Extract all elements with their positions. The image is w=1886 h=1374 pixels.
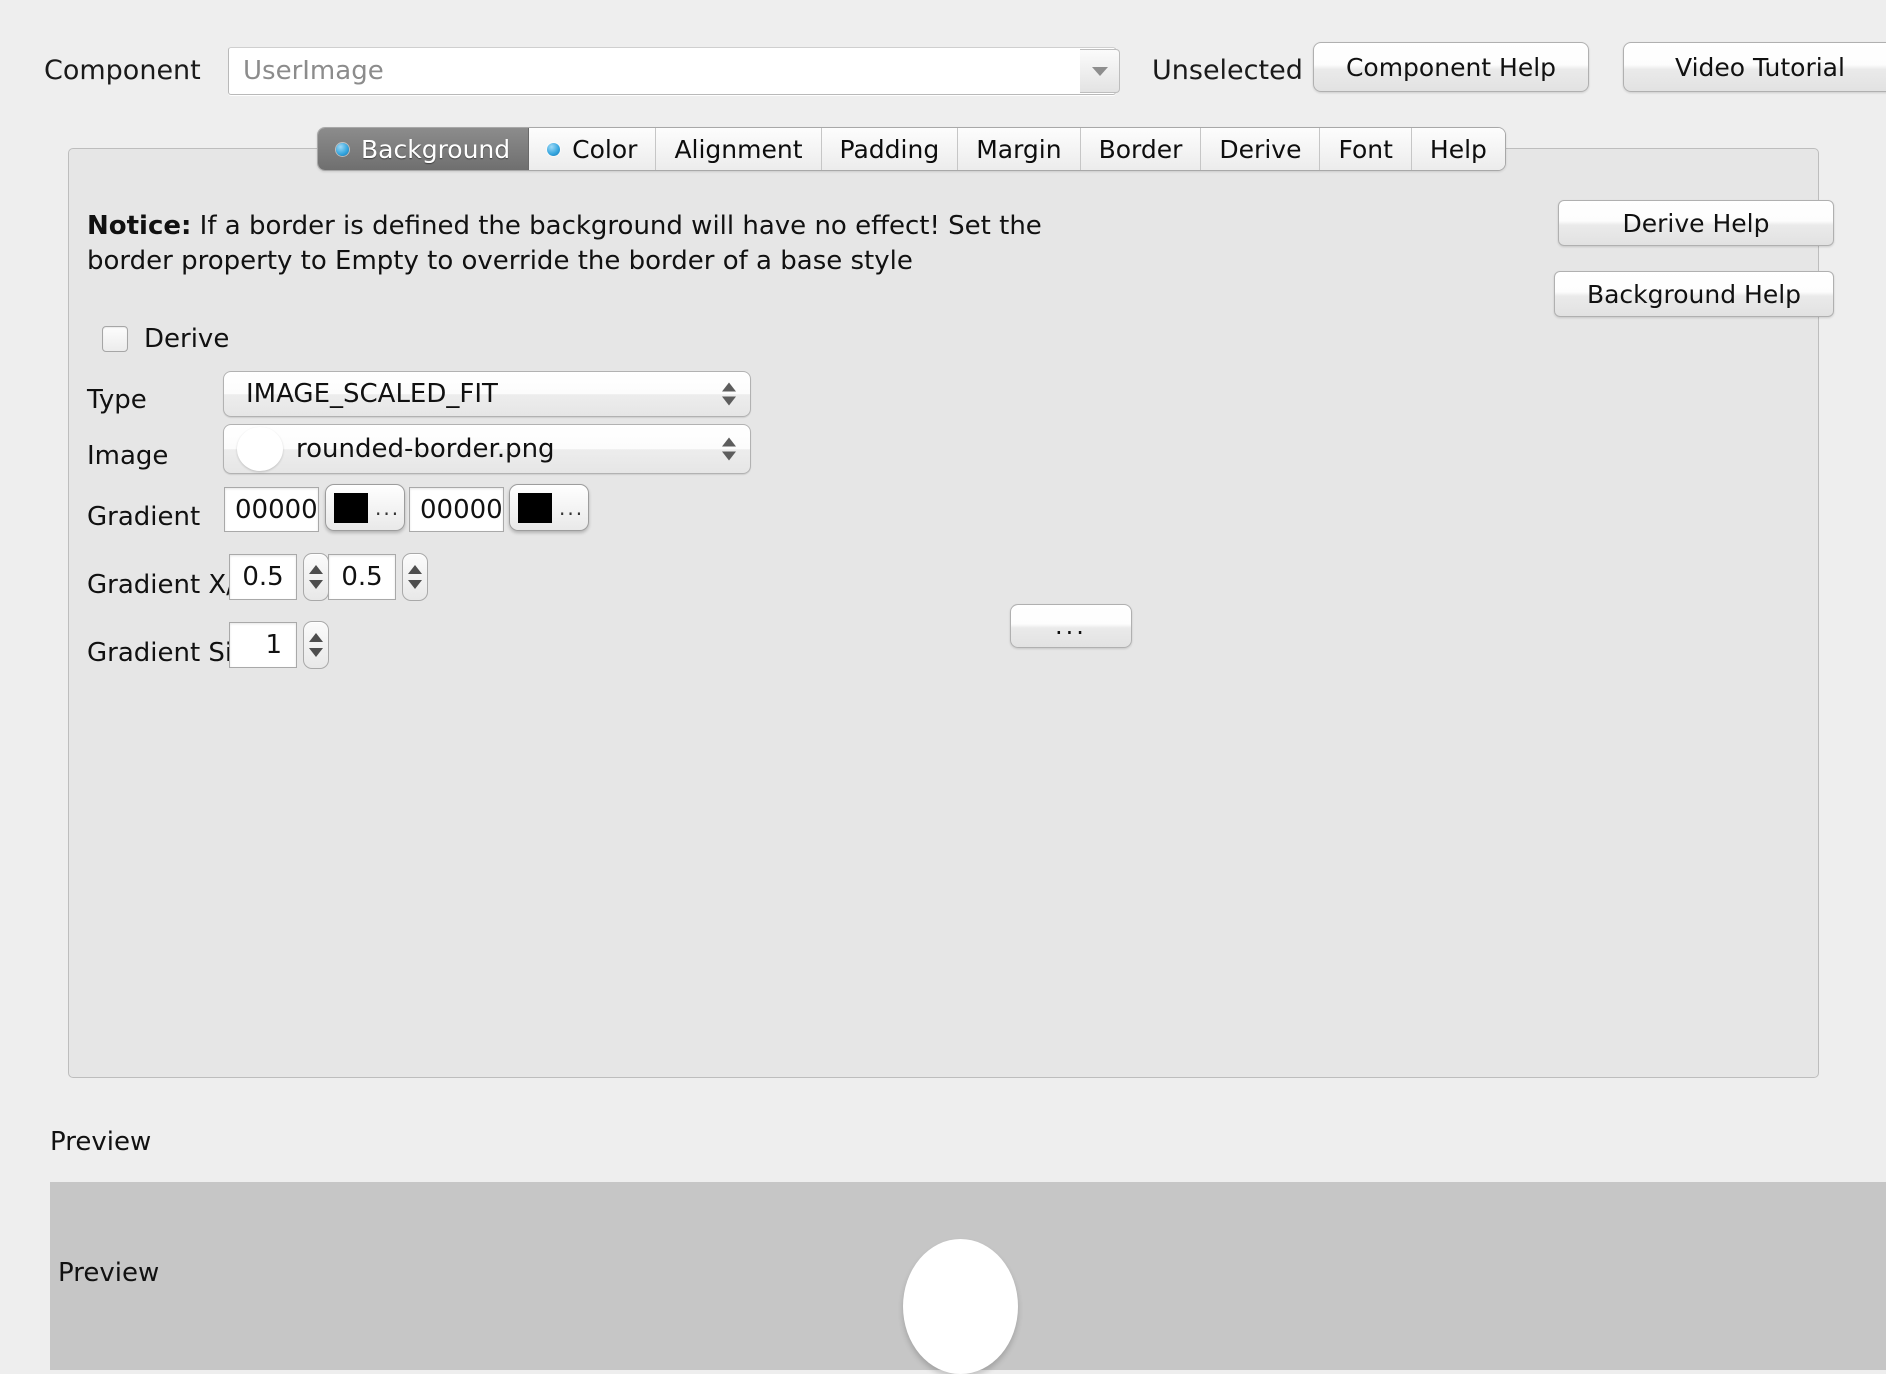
gradient-xy-label: Gradient X/Y [87, 572, 251, 598]
chevron-up-icon [722, 383, 736, 392]
image-select-value: rounded-border.png [286, 434, 555, 464]
gradient-end-color-button-label: ... [559, 496, 584, 520]
tab-background-label: Background [361, 135, 510, 164]
tab-margin-label: Margin [976, 135, 1061, 164]
tab-margin[interactable]: Margin [958, 128, 1080, 170]
color-swatch-icon [334, 493, 368, 523]
component-input[interactable]: UserImage [229, 56, 384, 86]
tab-alignment[interactable]: Alignment [656, 128, 821, 170]
component-combobox[interactable]: UserImage [228, 47, 1116, 95]
gradient-start-color-button[interactable]: ... [325, 484, 405, 531]
gradient-size-stepper[interactable] [303, 621, 329, 669]
preview-inner-label: Preview [58, 1258, 159, 1288]
gradient-end-field[interactable]: 00000 [409, 487, 504, 532]
notice-prefix: Notice: [87, 211, 191, 241]
tab-font-label: Font [1338, 135, 1392, 164]
style-tab-bar[interactable]: Background Color Alignment Padding Margi… [317, 127, 1506, 171]
notice-text: Notice: If a border is defined the backg… [87, 209, 1107, 278]
image-select[interactable]: rounded-border.png [223, 424, 751, 474]
gradient-x-field[interactable]: 0.5 [229, 554, 297, 600]
preview-white-circle [903, 1239, 1018, 1374]
gradient-end-color-button[interactable]: ... [509, 484, 589, 531]
chevron-down-icon [309, 648, 323, 657]
gradient-start-color-button-label: ... [375, 496, 400, 520]
component-label: Component [44, 57, 201, 84]
gradient-y-stepper[interactable] [402, 553, 428, 601]
blue-dot-icon [336, 143, 349, 156]
gradient-size-field[interactable]: 1 [229, 622, 297, 668]
white-circle-thumbnail-icon [234, 427, 286, 471]
type-label: Type [87, 387, 147, 413]
chevron-down-icon [309, 580, 323, 589]
selection-status: Unselected [1152, 57, 1303, 84]
derive-checkbox-label: Derive [144, 324, 229, 354]
image-label: Image [87, 443, 168, 469]
tab-background[interactable]: Background [318, 128, 529, 170]
chevron-down-icon [722, 452, 736, 461]
gradient-label: Gradient [87, 504, 200, 530]
chevron-down-icon [722, 397, 736, 406]
type-select-value: IMAGE_SCALED_FIT [224, 379, 498, 409]
derive-help-button[interactable]: Derive Help [1558, 200, 1834, 246]
gradient-y-field[interactable]: 0.5 [328, 554, 396, 600]
tab-border-label: Border [1099, 135, 1183, 164]
chevron-up-icon [309, 633, 323, 642]
color-swatch-icon [518, 493, 552, 523]
chevron-up-icon [408, 565, 422, 574]
tab-color[interactable]: Color [529, 128, 656, 170]
component-dropdown-button[interactable] [1080, 49, 1120, 93]
tab-alignment-label: Alignment [674, 135, 802, 164]
derive-checkbox-row[interactable]: Derive [102, 324, 229, 354]
image-select-stepper-icon[interactable] [722, 438, 736, 461]
gradient-x-stepper[interactable] [303, 553, 329, 601]
tab-padding-label: Padding [840, 135, 940, 164]
type-select[interactable]: IMAGE_SCALED_FIT [223, 371, 751, 417]
notice-body: If a border is defined the background wi… [87, 211, 1042, 276]
blue-dot-icon [547, 143, 560, 156]
gradient-start-field[interactable]: 00000 [224, 487, 319, 532]
tab-border[interactable]: Border [1081, 128, 1202, 170]
top-toolbar: Component UserImage Unselected Component… [0, 0, 1886, 104]
tab-help[interactable]: Help [1412, 128, 1505, 170]
background-settings-panel: Notice: If a border is defined the backg… [68, 148, 1819, 1078]
tab-padding[interactable]: Padding [822, 128, 959, 170]
chevron-up-icon [722, 438, 736, 447]
type-select-stepper-icon[interactable] [722, 383, 736, 406]
tab-color-label: Color [572, 135, 637, 164]
image-browse-button[interactable]: ... [1010, 604, 1132, 648]
background-help-button[interactable]: Background Help [1554, 271, 1834, 317]
video-tutorial-button[interactable]: Video Tutorial [1623, 42, 1886, 92]
tab-help-label: Help [1430, 135, 1487, 164]
chevron-up-icon [309, 565, 323, 574]
chevron-down-icon [1092, 67, 1108, 76]
preview-section-label: Preview [50, 1127, 151, 1157]
derive-checkbox[interactable] [102, 326, 128, 352]
component-help-button[interactable]: Component Help [1313, 42, 1589, 92]
tab-derive[interactable]: Derive [1201, 128, 1320, 170]
chevron-down-icon [408, 580, 422, 589]
tab-font[interactable]: Font [1320, 128, 1411, 170]
tab-derive-label: Derive [1219, 135, 1301, 164]
